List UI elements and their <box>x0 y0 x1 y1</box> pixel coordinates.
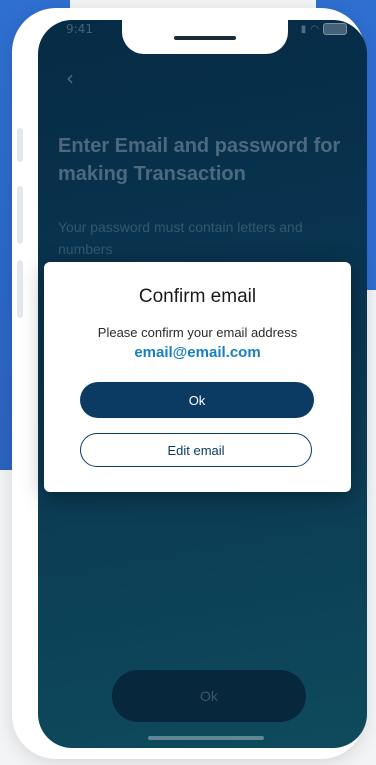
edit-email-button[interactable]: Edit email <box>80 433 312 467</box>
dialog-title: Confirm email <box>138 286 257 307</box>
battery-icon <box>323 23 347 35</box>
phone-side-button <box>17 128 23 162</box>
dialog-message: Please confirm your email address <box>97 325 298 340</box>
phone-volume-down-button <box>17 260 23 318</box>
ok-button-disabled[interactable]: Ok <box>112 670 306 722</box>
status-icons: ▮ ◠ <box>301 23 347 35</box>
wifi-icon: ◠ <box>310 23 319 35</box>
password-hint: Your password must contain letters and n… <box>58 219 303 257</box>
dialog-email-address: email@email.com <box>134 344 261 361</box>
status-time: 9:41 <box>66 22 93 36</box>
confirm-email-dialog: Confirm email Please confirm your email … <box>44 262 351 492</box>
chevron-left-icon[interactable]: ‹ <box>66 68 74 88</box>
signal-icon: ▮ <box>300 23 307 35</box>
home-indicator <box>148 736 264 740</box>
speaker-grille <box>174 36 236 40</box>
ok-button[interactable]: Ok <box>80 382 314 418</box>
phone-volume-up-button <box>17 186 23 244</box>
phone-notch <box>122 20 288 54</box>
page-title: Enter Email and password for making Tran… <box>58 135 341 185</box>
